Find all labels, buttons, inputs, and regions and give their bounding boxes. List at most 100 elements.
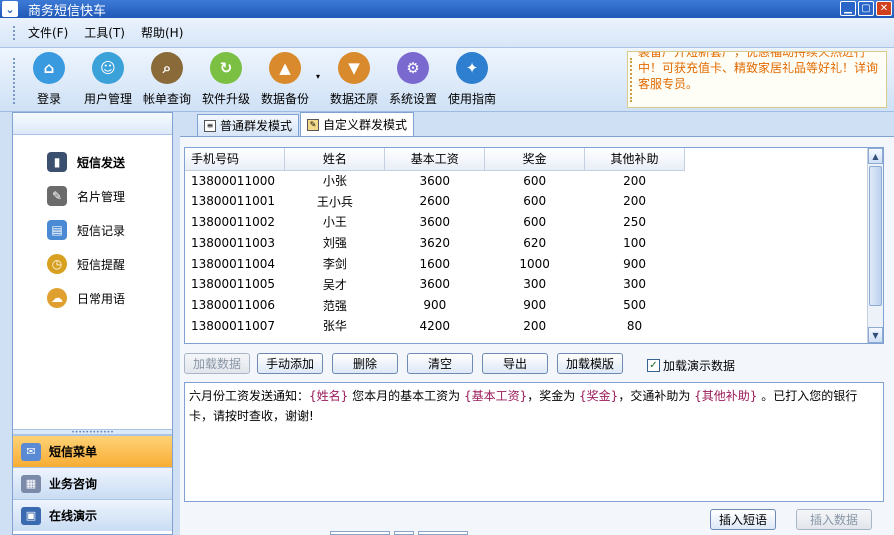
table-row[interactable]: 13800011002 小王 3600 600 250	[185, 212, 685, 233]
data-backup-button[interactable]: ▲ 数据备份	[255, 52, 315, 107]
nav-section-online-demo[interactable]: ▣ 在线演示	[13, 499, 172, 531]
cell-name: 小张	[322, 174, 347, 189]
cell-allowance: 80	[626, 318, 643, 333]
cell-name: 刘强	[322, 236, 347, 251]
table-row[interactable]: 13800011003 刘强 3620 620 100	[185, 232, 685, 253]
cell-name: 李剑	[322, 257, 347, 272]
cell-phone: 13800011002	[191, 214, 275, 229]
mode-tabs: ≡ 普通群发模式 ✎ 自定义群发模式	[177, 112, 415, 136]
status-panel	[418, 531, 468, 535]
chat-bubbles-icon: ☁	[47, 288, 67, 308]
load-template-button[interactable]: 加载模版	[557, 353, 623, 374]
upgrade-icon: ↻	[210, 52, 242, 84]
scroll-down-icon[interactable]: ▼	[868, 327, 883, 343]
cell-salary: 2600	[419, 194, 451, 209]
table-row[interactable]: 13800011001 王小兵 2600 600 200	[185, 191, 685, 212]
sidebar-item-card-management[interactable]: ✎ 名片管理	[13, 179, 172, 213]
cell-bonus: 200	[523, 318, 547, 333]
cell-salary: 1600	[419, 256, 451, 271]
cell-bonus: 620	[523, 235, 547, 250]
cell-name: 吴才	[322, 277, 347, 292]
status-panel	[330, 531, 390, 535]
clear-button[interactable]: 清空	[407, 353, 473, 374]
placeholder-allowance: {其他补助}	[694, 389, 758, 403]
mobile-phone-icon: ▮	[47, 152, 67, 172]
menubar-grip	[13, 26, 16, 40]
grid-vertical-scrollbar[interactable]: ▲ ▼	[867, 148, 883, 343]
recipient-table: 手机号码 姓名 基本工资 奖金 其他补助 13800011000 小张 3600 60…	[185, 148, 685, 336]
folder-edit-icon: ✎	[307, 118, 320, 131]
sidebar-item-sms-records[interactable]: ▤ 短信记录	[13, 213, 172, 247]
promo-grip	[630, 58, 632, 102]
column-header-name[interactable]: 姓名	[284, 148, 386, 171]
manual-add-button[interactable]: 手动添加	[257, 353, 323, 374]
recipient-grid[interactable]: 手机号码 姓名 基本工资 奖金 其他补助 13800011000 小张 3600 60…	[184, 147, 884, 344]
bill-query-button[interactable]: ⌕ 帐单查询	[137, 52, 197, 107]
cell-allowance: 200	[623, 194, 646, 209]
login-globe-icon: ⌂	[33, 52, 65, 84]
software-upgrade-button[interactable]: ↻ 软件升级	[196, 52, 256, 107]
backup-dropdown-arrow-icon[interactable]: ▾	[316, 72, 320, 81]
cell-bonus: 600	[523, 173, 547, 188]
cell-phone: 13800011005	[191, 277, 275, 292]
column-header-salary[interactable]: 基本工资	[384, 148, 486, 171]
cell-phone: 13800011006	[191, 298, 275, 313]
cell-salary: 3600	[419, 173, 451, 188]
sidebar-item-daily-phrases[interactable]: ☁ 日常用语	[13, 281, 172, 315]
sidebar-item-sms-send[interactable]: ▮ 短信发送	[13, 145, 172, 179]
table-row[interactable]: 13800011006 范强 900 900 500	[185, 295, 685, 316]
table-row[interactable]: 13800011000 小张 3600 600 200	[185, 170, 685, 191]
user-guide-button[interactable]: ✦ 使用指南	[442, 52, 502, 107]
promo-text: 装备广开短新套厂，优惠福动持续火热进行中！可获充值卡、精致家居礼品等好礼！详询客…	[638, 51, 879, 91]
promo-banner[interactable]: 装备广开短新套厂，优惠福动持续火热进行中！可获充值卡、精致家居礼品等好礼！详询客…	[627, 51, 887, 108]
cell-phone: 13800011004	[191, 256, 275, 271]
message-template-editor[interactable]: 六月份工资发送通知：{姓名} 您本月的基本工资为 {基本工资}，奖金为 {奖金}…	[184, 382, 884, 502]
cell-name: 王小兵	[316, 194, 353, 209]
tab-normal-broadcast[interactable]: ≡ 普通群发模式	[197, 114, 300, 136]
pen-card-icon: ✎	[47, 186, 67, 206]
cell-phone: 13800011000	[191, 173, 275, 188]
sidebar: ▮ 短信发送 ✎ 名片管理 ▤ 短信记录 ◷ 短信提醒 ☁ 日常用语 •••••…	[12, 112, 173, 535]
scroll-thumb[interactable]	[869, 166, 882, 306]
table-row[interactable]: 13800011004 李剑 1600 1000 900	[185, 253, 685, 274]
menu-help[interactable]: 帮助(H)	[141, 24, 183, 41]
nav-section-business-consult[interactable]: ▦ 业务咨询	[13, 467, 172, 499]
scroll-up-icon[interactable]: ▲	[868, 148, 883, 164]
clock-icon: ◷	[47, 254, 67, 274]
presentation-icon: ▣	[21, 506, 41, 525]
cell-name: 小王	[322, 215, 347, 230]
data-restore-button[interactable]: ▼ 数据还原	[324, 52, 384, 107]
status-panel	[394, 531, 414, 535]
window-title: 商务短信快车	[28, 3, 107, 19]
checkmark-icon: ✓	[647, 359, 660, 372]
chevron-down-icon[interactable]: ⌄	[2, 1, 18, 17]
column-header-bonus[interactable]: 奖金	[484, 148, 586, 171]
tab-custom-broadcast[interactable]: ✎ 自定义群发模式	[300, 112, 415, 136]
menu-tools[interactable]: 工具(T)	[84, 24, 125, 41]
column-header-phone[interactable]: 手机号码	[185, 148, 286, 171]
column-header-allowance[interactable]: 其他补助	[584, 148, 685, 171]
insert-data-button[interactable]: 插入数据	[796, 509, 872, 530]
insert-phrase-button[interactable]: 插入短语	[710, 509, 776, 530]
table-row[interactable]: 13800011007 张华 4200 200 80	[185, 316, 685, 337]
delete-button[interactable]: 删除	[332, 353, 398, 374]
cell-allowance: 200	[623, 173, 646, 188]
cell-allowance: 500	[623, 298, 646, 313]
menu-file[interactable]: 文件(F)	[28, 24, 68, 41]
login-button[interactable]: ⌂ 登录	[19, 52, 79, 107]
cell-allowance: 900	[623, 256, 646, 271]
record-icon: ▤	[47, 220, 67, 240]
maximize-icon[interactable]: ▢	[858, 1, 874, 16]
load-data-button[interactable]: 加载数据	[184, 353, 250, 374]
close-icon[interactable]: ✕	[876, 1, 892, 16]
minimize-icon[interactable]: ▁	[840, 1, 856, 16]
user-management-button[interactable]: ☺ 用户管理	[78, 52, 138, 107]
table-row[interactable]: 13800011005 吴才 3600 300 300	[185, 274, 685, 295]
cell-bonus: 1000	[519, 256, 550, 271]
sidebar-item-sms-reminder[interactable]: ◷ 短信提醒	[13, 247, 172, 281]
export-button[interactable]: 导出	[482, 353, 548, 374]
nav-section-sms-menu[interactable]: ✉ 短信菜单	[13, 435, 172, 467]
load-demo-data-checkbox[interactable]: ✓ 加载演示数据	[647, 357, 735, 374]
cell-phone: 13800011001	[191, 194, 275, 209]
system-settings-button[interactable]: ⚙ 系统设置	[383, 52, 443, 107]
